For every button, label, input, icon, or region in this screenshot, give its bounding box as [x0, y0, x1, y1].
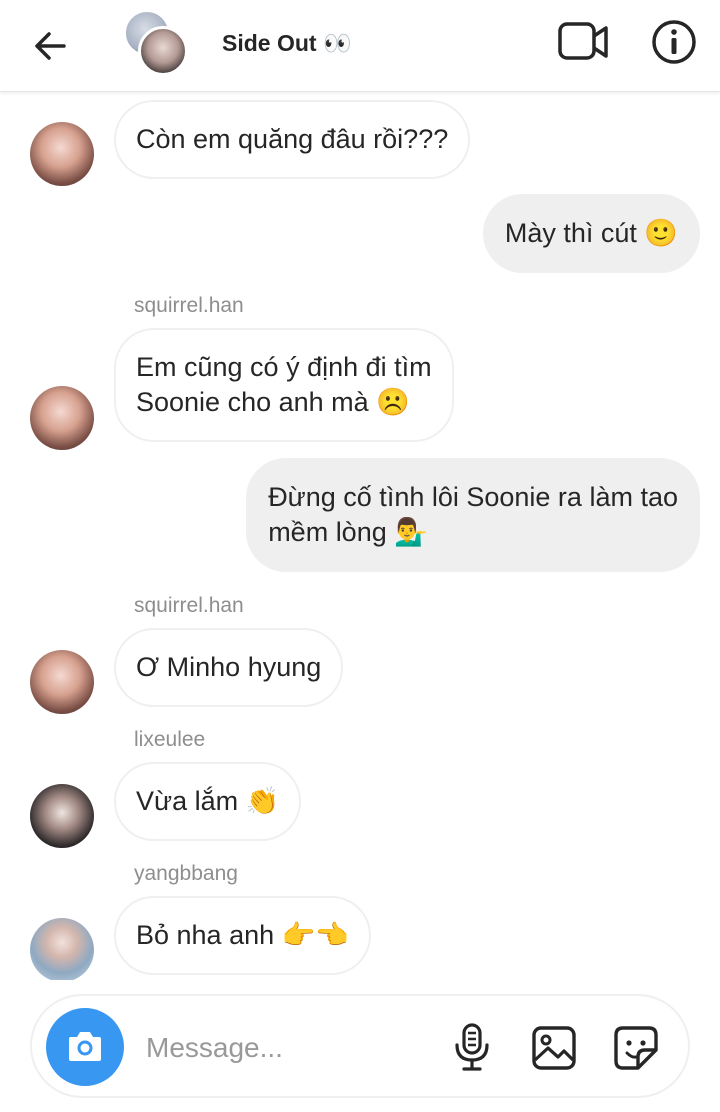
message-bubble[interactable]: Vừa lắm 👏 [114, 762, 302, 841]
message-line: mềm lòng 💁‍♂️ [268, 517, 428, 547]
message-bubble[interactable]: Đừng cố tình lôi Soonie ra làm tao mềm l… [246, 458, 700, 572]
microphone-icon [455, 1023, 489, 1071]
gallery-button[interactable] [530, 1024, 578, 1072]
message-line: Soonie cho anh mà ☹️ [136, 387, 410, 417]
message-bubble[interactable]: Mày thì cút 🙂 [482, 194, 700, 273]
message-bubble[interactable]: Ơ Minho hyung [114, 628, 344, 707]
message-bubble[interactable]: Em cũng có ý định đi tìm Soonie cho anh … [114, 328, 454, 442]
avatar [138, 26, 188, 76]
microphone-button[interactable] [450, 1022, 494, 1072]
avatar[interactable] [30, 784, 94, 848]
sender-name: squirrel.han [134, 294, 244, 317]
group-avatar[interactable] [124, 10, 192, 76]
camera-button[interactable] [46, 1008, 124, 1086]
avatar[interactable] [30, 650, 94, 714]
avatar[interactable] [30, 386, 94, 450]
sender-name: squirrel.han [134, 594, 244, 617]
sticker-button[interactable] [612, 1024, 660, 1072]
sender-name: lixeulee [134, 728, 206, 751]
sticker-icon [614, 1026, 658, 1070]
video-call-button[interactable] [556, 20, 612, 64]
info-button[interactable] [650, 18, 698, 66]
message-text: Ơ Minho hyung [136, 652, 322, 682]
video-call-icon [558, 22, 608, 60]
message-input[interactable] [146, 1026, 436, 1070]
message-line: Em cũng có ý định đi tìm [136, 352, 432, 382]
message-composer [30, 994, 690, 1098]
message-bubble[interactable]: Còn em quăng đâu rồi??? [114, 100, 471, 179]
camera-icon [69, 1032, 101, 1061]
message-list[interactable]: Còn em quăng đâu rồi??? Mày thì cút 🙂 sq… [0, 92, 720, 980]
info-icon [652, 20, 696, 64]
message-text: Bỏ nha anh 👉👈 [136, 920, 349, 950]
chat-title[interactable]: Side Out 👀 [222, 30, 352, 57]
message-text: Vừa lắm 👏 [136, 786, 280, 816]
message-text: Mày thì cút 🙂 [504, 218, 678, 248]
message-line: Đừng cố tình lôi Soonie ra làm tao [268, 482, 678, 512]
message-bubble[interactable]: Bỏ nha anh 👉👈 [114, 896, 371, 975]
image-gallery-icon [532, 1026, 576, 1070]
chat-header: Side Out 👀 [0, 0, 720, 92]
avatar[interactable] [30, 918, 94, 980]
sender-name: yangbbang [134, 862, 238, 885]
avatar[interactable] [30, 122, 94, 186]
back-button[interactable] [28, 24, 72, 68]
arrow-left-icon [35, 32, 66, 60]
message-text: Còn em quăng đâu rồi??? [136, 124, 449, 154]
